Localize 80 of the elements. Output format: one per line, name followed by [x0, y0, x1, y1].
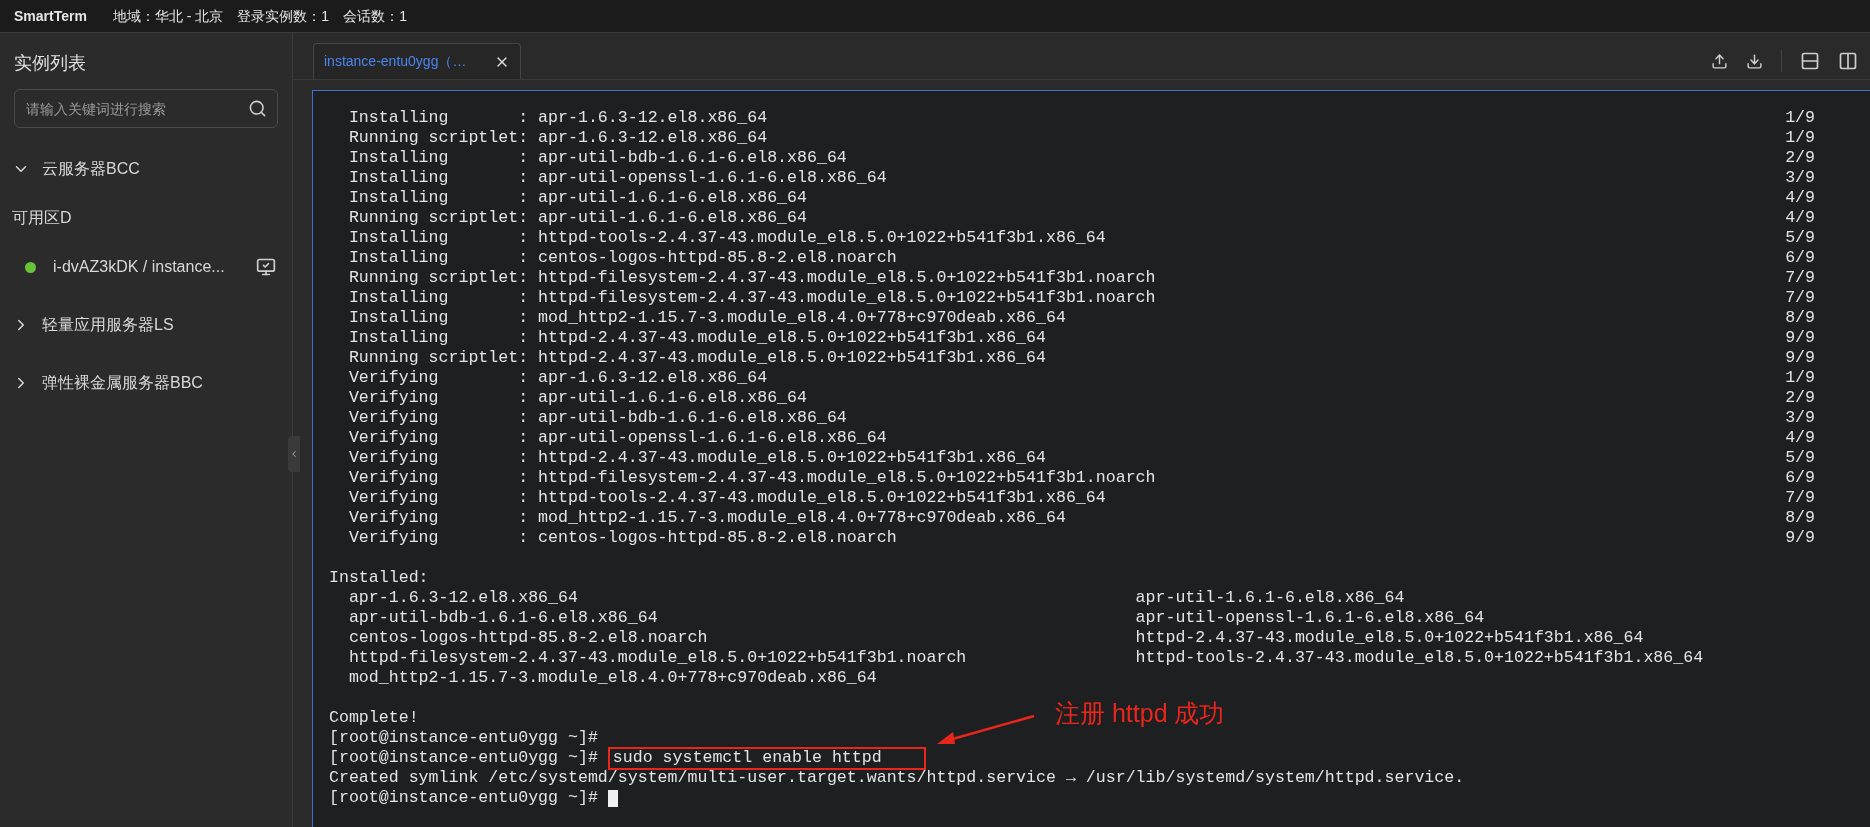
package-name: httpd-2.4.37-43.module_el8.5.0+1022+b541f3b1.x86_64: [1135, 626, 1644, 649]
shell-prompt: [root@instance-entu0ygg ~]#: [329, 746, 598, 769]
terminal-line: Installing : apr-util-bdb-1.6.1-6.el8.x86_64: [347, 146, 847, 169]
terminal-line: Verifying : httpd-2.4.37-43.module_el8.5.0+1022+b541f3b1.x86_64: [347, 446, 1046, 469]
annotation-text: 注册 httpd 成功: [1055, 698, 1225, 729]
collapse-handle[interactable]: [288, 436, 300, 472]
terminal-line: Verifying : apr-util-1.6.1-6.el8.x86_64: [347, 386, 807, 409]
progress-count: 5/9: [1785, 226, 1815, 249]
progress-count: 3/9: [1785, 406, 1815, 429]
terminal-line: Verifying : mod_http2-1.15.7-3.module_el8.4.0+778+c970deab.x86_64: [347, 506, 1066, 529]
sidebar-title: 实例列表: [13, 51, 87, 75]
terminal-line: Running scriptlet: apr-1.6.3-12.el8.x86_64: [347, 126, 768, 149]
highlighted-command: sudo systemctl enable httpd: [607, 746, 926, 770]
package-name: centos-logos-httpd-85.8-2.el8.noarch: [348, 626, 709, 649]
progress-count: 4/9: [1785, 206, 1815, 229]
package-name: apr-util-bdb-1.6.1-6.el8.x86_64: [348, 606, 659, 629]
instance-item[interactable]: i-dvAZ3kDK / instance...: [0, 238, 292, 296]
progress-count: 9/9: [1785, 326, 1815, 349]
status-info: 会话数：1: [343, 6, 407, 26]
progress-count: 5/9: [1785, 446, 1815, 469]
terminal-line: Complete!: [329, 706, 419, 729]
terminal[interactable]: [312, 90, 1870, 827]
progress-count: 7/9: [1785, 266, 1815, 289]
search-field[interactable]: 请输入关键词进行搜索: [14, 89, 278, 128]
terminal-line: Installing : apr-util-openssl-1.6.1-6.el8.x86_64: [347, 166, 887, 189]
progress-count: 9/9: [1785, 526, 1815, 549]
terminal-line: Installing : mod_http2-1.15.7-3.module_el8.4.0+778+c970deab.x86_64: [347, 306, 1066, 329]
terminal-line: Verifying : centos-logos-httpd-85.8-2.el8.noarch: [347, 526, 897, 549]
progress-count: 1/9: [1785, 106, 1815, 129]
progress-count: 6/9: [1785, 246, 1815, 269]
split-vertical-icon[interactable]: [1838, 51, 1858, 71]
terminal-line: Installing : apr-util-1.6.1-6.el8.x86_64: [347, 186, 807, 209]
terminal-line: Installing : httpd-2.4.37-43.module_el8.5.0+1022+b541f3b1.x86_64: [347, 326, 1046, 349]
app-name: SmartTerm: [14, 6, 87, 26]
terminal-line: Installing : centos-logos-httpd-85.8-2.el8.noarch: [347, 246, 897, 269]
zone-label: 可用区D: [11, 208, 73, 228]
package-name: apr-util-1.6.1-6.el8.x86_64: [1135, 586, 1405, 609]
package-name: mod_http2-1.15.7-3.module_el8.4.0+778+c970deab.x86_64: [348, 666, 878, 689]
session-tab[interactable]: instance-entu0ygg（…: [313, 43, 521, 79]
progress-count: 3/9: [1785, 166, 1815, 189]
progress-count: 7/9: [1785, 286, 1815, 309]
terminal-line: Running scriptlet: apr-util-1.6.1-6.el8.x86_64: [347, 206, 807, 229]
terminal-icon[interactable]: [256, 257, 276, 277]
download-icon[interactable]: [1746, 52, 1763, 70]
terminal-line: Installing : httpd-tools-2.4.37-43.module_el8.5.0+1022+b541f3b1.x86_64: [347, 226, 1106, 249]
terminal-line: Verifying : httpd-tools-2.4.37-43.module_el8.5.0+1022+b541f3b1.x86_64: [347, 486, 1106, 509]
terminal-line: Installed:: [329, 566, 429, 589]
terminal-line: Installing : httpd-filesystem-2.4.37-43.module_el8.5.0+1022+b541f3b1.noarch: [347, 286, 1156, 309]
terminal-line: Verifying : apr-util-bdb-1.6.1-6.el8.x86_64: [347, 406, 847, 429]
package-name: apr-util-openssl-1.6.1-6.el8.x86_64: [1135, 606, 1485, 629]
package-name: httpd-filesystem-2.4.37-43.module_el8.5.0+1022+b541f3b1.noarch: [348, 646, 968, 669]
package-name: apr-1.6.3-12.el8.x86_64: [348, 586, 579, 609]
upload-icon[interactable]: [1711, 52, 1728, 70]
split-horizontal-icon[interactable]: [1800, 51, 1820, 71]
progress-count: 1/9: [1785, 126, 1815, 149]
terminal-line: Verifying : httpd-filesystem-2.4.37-43.module_el8.5.0+1022+b541f3b1.noarch: [347, 466, 1156, 489]
terminal-line: Running scriptlet: httpd-filesystem-2.4.37-43.module_el8.5.0+1022+b541f3b1.noarch: [347, 266, 1156, 289]
tree-group[interactable]: 云服务器BCC: [0, 140, 292, 198]
search-icon[interactable]: [248, 99, 267, 118]
shell-prompt: [root@instance-entu0ygg ~]#: [329, 726, 598, 749]
terminal-line: Verifying : apr-util-openssl-1.6.1-6.el8.x86_64: [347, 426, 887, 449]
progress-count: 8/9: [1785, 506, 1815, 529]
status-info: 登录实例数：1: [237, 6, 330, 26]
tree-group[interactable]: 轻量应用服务器LS: [0, 296, 292, 354]
terminal-line: Verifying : apr-1.6.3-12.el8.x86_64: [347, 366, 768, 389]
status-info: 地域：华北 - 北京: [112, 6, 224, 26]
terminal-line: Running scriptlet: httpd-2.4.37-43.module_el8.5.0+1022+b541f3b1.x86_64: [347, 346, 1046, 369]
progress-count: 4/9: [1785, 426, 1815, 449]
progress-count: 9/9: [1785, 346, 1815, 369]
tree-group[interactable]: 弹性裸金属服务器BBC: [0, 354, 292, 412]
shell-prompt: [root@instance-entu0ygg ~]#: [329, 786, 598, 809]
progress-count: 7/9: [1785, 486, 1815, 509]
progress-count: 8/9: [1785, 306, 1815, 329]
terminal-line: Installing : apr-1.6.3-12.el8.x86_64: [347, 106, 768, 129]
progress-count: 6/9: [1785, 466, 1815, 489]
progress-count: 2/9: [1785, 386, 1815, 409]
progress-count: 1/9: [1785, 366, 1815, 389]
progress-count: 4/9: [1785, 186, 1815, 209]
package-name: httpd-tools-2.4.37-43.module_el8.5.0+1022+b541f3b1.x86_64: [1135, 646, 1704, 669]
progress-count: 2/9: [1785, 146, 1815, 169]
